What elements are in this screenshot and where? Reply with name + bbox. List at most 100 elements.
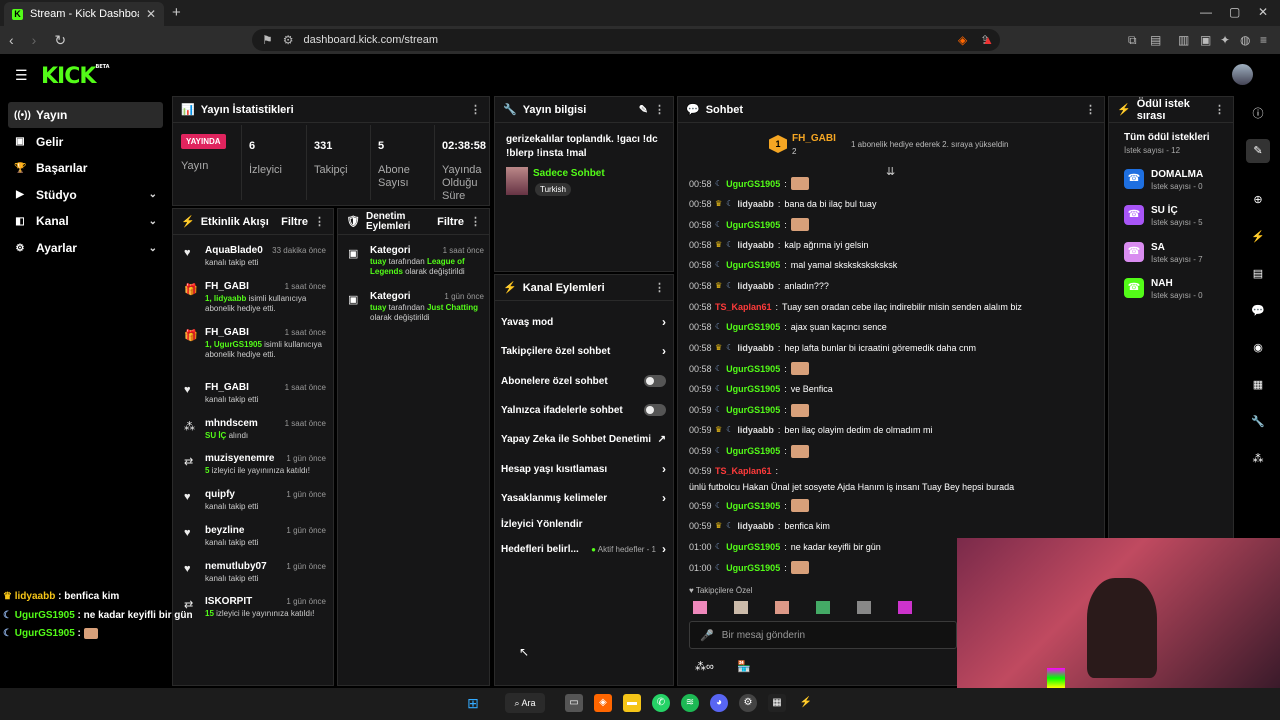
list-item[interactable]: ⇄ muzisyenemre 1 gün önce 5 izleyici ile ya… [184,453,326,483]
activity-filter-button[interactable]: Filtre [281,216,308,228]
app-icon[interactable]: ▦ [768,694,786,712]
sidebar-item-gelir[interactable]: ▣ Gelir [8,129,163,155]
reward-item[interactable]: ☎ SA İstek sayısı - 7 [1124,241,1224,272]
sidebar-item-başarılar[interactable]: 🏆 Başarılar [8,155,163,181]
task-view-icon[interactable]: ▭ [565,694,583,712]
toggle-switch[interactable] [644,404,666,416]
list-item[interactable]: ⁂ mhndscem 1 saat önce SU İÇ alındı [184,418,326,448]
channel-action-8[interactable]: Hedefleri belirl... ● Aktif hedefler - 1 › [501,542,666,556]
leo-icon[interactable]: ✦ [1220,33,1230,47]
minimize-icon[interactable]: — [1200,5,1212,19]
list-item[interactable]: ⇄ ISKORPIT 1 gün önce 15 izleyici ile yayın… [184,596,326,626]
channel-action-0[interactable]: Yavaş mod › [501,315,666,329]
chat-username[interactable]: UgurGS1905 [726,562,780,574]
chat-bubble-icon[interactable]: 💬 [1246,299,1270,323]
sidebar-item-yayın[interactable]: ((•)) Yayın [8,102,163,128]
external-link-icon[interactable]: ↗ [658,434,666,445]
app-bolt-icon[interactable]: ⚡ [797,694,815,712]
new-tab-icon[interactable]: + [172,4,181,21]
chat-more-icon[interactable]: ⋮ [1085,103,1096,116]
layout-icon[interactable]: ▦ [1246,373,1270,397]
chat-username[interactable]: lidyaabb [737,342,774,354]
tag-badge[interactable]: Turkish [535,183,571,196]
chevron-right-icon[interactable]: › [662,462,666,476]
chat-username[interactable]: TS_Kaplan61 [715,465,772,477]
reward-item[interactable]: ☎ SU İÇ İstek sayısı - 5 [1124,205,1224,235]
crosshair-icon[interactable]: ⊕ [1246,188,1270,212]
moderation-more-icon[interactable]: ⋮ [470,215,481,228]
chevron-down-icon[interactable]: ⌄ [149,216,157,227]
activity-user[interactable]: mhndscem [205,418,258,429]
reward-item[interactable]: ☎ DOMALMA İstek sayısı - 0 [1124,169,1224,199]
store-icon[interactable]: 🏪 [737,660,751,673]
activity-user[interactable]: FH_GABI [205,327,249,338]
channel-action-7[interactable]: İzleyici Yönlendir [501,517,666,531]
activity-user[interactable]: AquaBlade0 [205,245,263,256]
spotify-icon[interactable]: ≋ [681,694,699,712]
moderation-item[interactable]: ▣ Kategori 1 gün önce tuay tarafından Just … [346,291,484,331]
chat-username[interactable]: UgurGS1905 [726,259,780,271]
chat-username[interactable]: UgurGS1905 [726,445,780,457]
moderation-item[interactable]: ▣ Kategori 1 saat önce tuay tarafından Leag… [346,245,484,285]
whatsapp-icon[interactable]: ✆ [652,694,670,712]
emote-icon[interactable] [693,601,707,614]
kick-logo[interactable]: KICKBETA [41,64,110,89]
folder-icon[interactable]: ▬ [623,694,641,712]
list-item[interactable]: ♥ AquaBlade0 33 dakika önce kanalı takip et… [184,245,326,275]
share-nodes-icon[interactable]: ⁂ [1246,447,1270,471]
stream-info-more-icon[interactable]: ⋮ [654,103,665,116]
windows-start-icon[interactable]: ⊞ [464,694,482,712]
pencil-icon[interactable]: ✎ [1246,139,1270,163]
activity-more-icon[interactable]: ⋮ [314,215,325,228]
chat-username[interactable]: UgurGS1905 [726,178,780,190]
chat-input[interactable]: 🎤 Bir mesaj gönderin [689,621,957,649]
infinity-icon[interactable]: ⁂∞ [695,660,714,673]
activity-user[interactable]: quipfy [205,489,235,500]
list-item[interactable]: ♥ beyzline 1 gün önce kanalı takip etti [184,525,326,555]
channel-action-3[interactable]: Yalnızca ifadelerle sohbet [501,403,666,417]
settings-app-icon[interactable]: ⚙ [739,694,757,712]
chevron-down-icon[interactable]: ⌄ [149,189,157,200]
reward-item[interactable]: ☎ NAH İstek sayısı - 0 [1124,277,1224,308]
chat-username[interactable]: lidyaabb [737,198,774,210]
close-tab-icon[interactable]: ✕ [146,7,156,21]
channel-actions-more-icon[interactable]: ⋮ [654,281,665,294]
brave-icon[interactable]: ◈ [594,694,612,712]
broadcast-icon[interactable]: ◉ [1246,336,1270,360]
chat-username[interactable]: lidyaabb [737,520,774,532]
activity-user[interactable]: nemutluby07 [205,561,267,572]
emote-icon[interactable] [734,601,748,614]
chat-username[interactable]: UgurGS1905 [726,383,780,395]
chevron-right-icon[interactable]: › [662,491,666,505]
stats-more-icon[interactable]: ⋮ [470,103,481,116]
wrench-icon[interactable]: 🔧 [1246,410,1270,434]
wallet-icon[interactable]: ▣ [1200,33,1211,47]
chevron-right-icon[interactable]: › [662,344,666,358]
channel-action-5[interactable]: Hesap yaşı kısıtlaması › [501,462,666,476]
activity-user[interactable]: FH_GABI [205,281,249,292]
chevron-right-icon[interactable]: › [662,542,666,556]
toggle-switch[interactable] [644,375,666,387]
activity-user[interactable]: beyzline [205,525,244,536]
reload-icon[interactable]: ↻ [54,32,66,49]
extensions-icon[interactable]: ⧉ [1128,33,1137,48]
edit-icon[interactable]: ✎ [639,103,648,116]
avatar[interactable] [1232,64,1253,85]
sidebar-item-ayarlar[interactable]: ⚙ Ayarlar ⌄ [8,235,163,261]
chat-username[interactable]: lidyaabb [737,239,774,251]
emote-icon[interactable] [816,601,830,614]
sidebar-toggle-icon[interactable]: ▤ [1150,33,1161,47]
emote-icon[interactable] [898,601,912,614]
emote-icon[interactable] [775,601,789,614]
chat-username[interactable]: UgurGS1905 [726,321,780,333]
browser-tab[interactable]: K Stream - Kick Dashboard ✕ [4,2,164,26]
channel-action-2[interactable]: Abonelere özel sohbet [501,374,666,388]
list-item[interactable]: 🎁 FH_GABI 1 saat önce 1, UgurGS1905 isimli … [184,327,326,359]
rewards-more-icon[interactable]: ⋮ [1214,103,1225,116]
activity-user[interactable]: ISKORPIT [205,596,252,607]
mic-icon[interactable]: 🎤 [700,629,714,642]
list-item[interactable]: 🎁 FH_GABI 1 saat önce 1, lidyaabb isimli ku… [184,281,326,313]
emote-icon[interactable] [857,601,871,614]
sidebar-item-kanal[interactable]: ◧ Kanal ⌄ [8,208,163,234]
chat-username[interactable]: UgurGS1905 [726,404,780,416]
